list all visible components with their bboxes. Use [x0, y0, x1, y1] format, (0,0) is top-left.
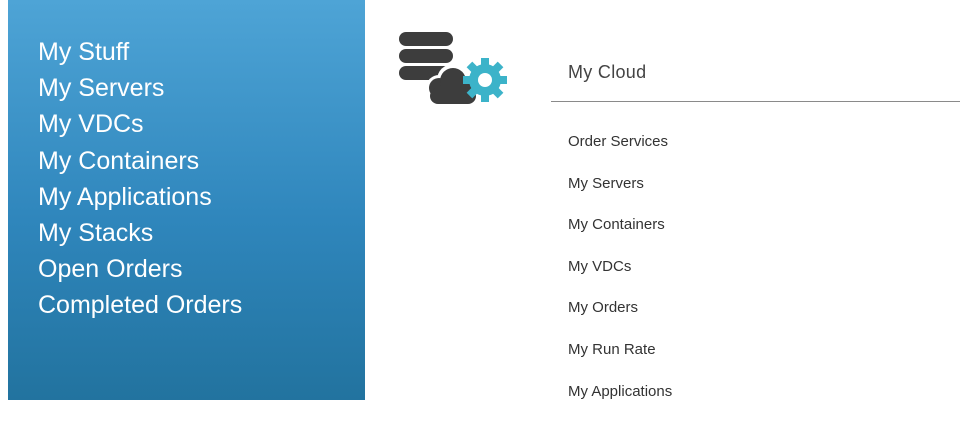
cloud-links-list: Order Services My Servers My Containers … — [568, 131, 672, 422]
section-title: My Cloud — [568, 62, 647, 82]
sidebar-item-my-applications[interactable]: My Applications — [38, 179, 242, 215]
link-my-vdcs[interactable]: My VDCs — [568, 256, 672, 298]
sidebar-item-completed-orders[interactable]: Completed Orders — [38, 287, 242, 323]
database-cloud-gear-icon — [395, 30, 523, 110]
link-order-services[interactable]: Order Services — [568, 131, 672, 173]
section-divider — [551, 101, 960, 102]
link-my-orders[interactable]: My Orders — [568, 297, 672, 339]
sidebar-item-my-stuff[interactable]: My Stuff — [38, 34, 242, 70]
sidebar-item-my-servers[interactable]: My Servers — [38, 70, 242, 106]
link-my-containers[interactable]: My Containers — [568, 214, 672, 256]
sidebar: My Stuff My Servers My VDCs My Container… — [8, 0, 365, 400]
link-my-servers[interactable]: My Servers — [568, 173, 672, 215]
link-my-run-rate[interactable]: My Run Rate — [568, 339, 672, 381]
sidebar-item-my-containers[interactable]: My Containers — [38, 143, 242, 179]
link-my-applications[interactable]: My Applications — [568, 381, 672, 422]
sidebar-item-open-orders[interactable]: Open Orders — [38, 251, 242, 287]
sidebar-menu: My Stuff My Servers My VDCs My Container… — [38, 34, 242, 324]
sidebar-item-my-stacks[interactable]: My Stacks — [38, 215, 242, 251]
sidebar-item-my-vdcs[interactable]: My VDCs — [38, 106, 242, 142]
